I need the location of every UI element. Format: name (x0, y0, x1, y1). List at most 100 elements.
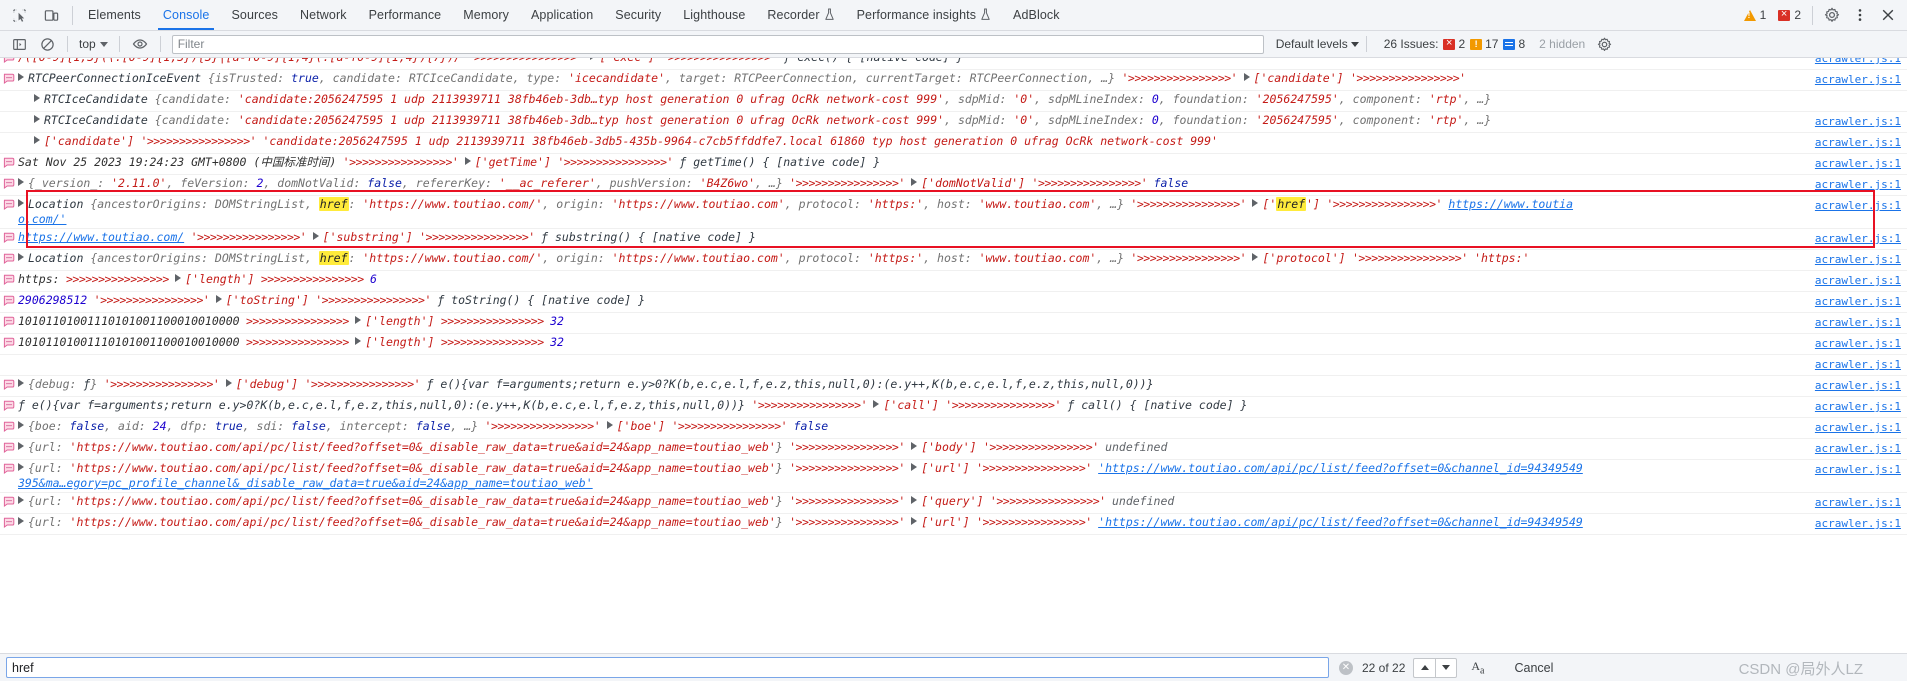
log-source-link[interactable]: acrawler.js:1 (1815, 156, 1901, 171)
expand-triangle-icon[interactable] (18, 379, 24, 387)
console-settings-gear-icon[interactable] (1591, 33, 1617, 55)
tab-adblock[interactable]: AdBlock (1002, 0, 1071, 30)
expand-triangle-icon[interactable] (589, 58, 596, 60)
console-sidebar-icon[interactable] (6, 33, 32, 55)
expand-triangle-icon[interactable] (18, 442, 24, 450)
expand-triangle-icon[interactable] (1252, 199, 1259, 207)
close-icon[interactable] (1875, 3, 1901, 27)
console-log-row[interactable]: RTCPeerConnectionIceEvent {isTrusted: tr… (0, 70, 1907, 91)
expand-triangle-icon[interactable] (312, 232, 319, 240)
log-token[interactable]: o.com/' (18, 212, 66, 226)
log-source-link[interactable]: acrawler.js:1 (1815, 58, 1901, 66)
console-log-row[interactable]: 10101101001110101001100010010000 >>>>>>>… (0, 334, 1907, 355)
console-log-row[interactable]: RTCIceCandidate {candidate: 'candidate:2… (0, 112, 1907, 133)
console-log-row[interactable]: Location {ancestorOrigins: DOMStringList… (0, 250, 1907, 271)
clear-search-icon[interactable]: ✕ (1339, 660, 1353, 675)
log-source-link[interactable]: acrawler.js:1 (1815, 516, 1901, 531)
console-log-row[interactable]: {url: 'https://www.toutiao.com/api/pc/li… (0, 514, 1907, 535)
expand-triangle-icon[interactable] (911, 517, 918, 525)
chevron-up-icon[interactable] (1413, 657, 1436, 678)
log-source-link[interactable]: acrawler.js:1 (1815, 273, 1901, 288)
console-log-row[interactable]: 2906298512 '>>>>>>>>>>>>>>>>' ['toString… (0, 292, 1907, 313)
console-log-row[interactable]: Sat Nov 25 2023 19:24:23 GMT+0800 (中国标准时… (0, 154, 1907, 175)
console-log-row[interactable]: {boe: false, aid: 24, dfp: true, sdi: fa… (0, 418, 1907, 439)
log-source-link[interactable]: acrawler.js:1 (1815, 420, 1901, 435)
log-token[interactable]: 'https://www.toutiao.com/api/pc/list/fee… (1098, 461, 1583, 475)
gear-icon[interactable] (1819, 3, 1845, 27)
tab-application[interactable]: Application (520, 0, 604, 30)
log-source-link[interactable]: acrawler.js:1 (1815, 294, 1901, 309)
log-source-link[interactable]: acrawler.js:1 (1815, 378, 1901, 393)
console-log-row[interactable]: {_version_: '2.11.0', feVersion: 2, domN… (0, 175, 1907, 196)
log-source-link[interactable]: acrawler.js:1 (1815, 315, 1901, 330)
console-log-row[interactable]: {debug: ƒ} '>>>>>>>>>>>>>>>>' ['debug'] … (0, 376, 1907, 397)
tab-console[interactable]: Console (152, 0, 221, 30)
tab-elements[interactable]: Elements (77, 0, 152, 30)
expand-triangle-icon[interactable] (873, 400, 880, 408)
tab-performance-insights[interactable]: Performance insights (846, 0, 1002, 30)
log-levels-selector[interactable]: Default levels (1276, 37, 1359, 51)
log-source-link[interactable]: acrawler.js:1 (1815, 441, 1901, 456)
console-log-row[interactable]: ['candidate'] '>>>>>>>>>>>>>>>>' 'candid… (0, 133, 1907, 154)
console-log-row[interactable]: {url: 'https://www.toutiao.com/api/pc/li… (0, 493, 1907, 514)
log-source-link[interactable]: acrawler.js:1 (1815, 336, 1901, 351)
expand-triangle-icon[interactable] (911, 442, 918, 450)
tab-security[interactable]: Security (604, 0, 672, 30)
expand-triangle-icon[interactable] (18, 199, 24, 207)
log-token[interactable]: 395&ma…egory=pc_profile_channel&_disable… (18, 476, 593, 490)
expand-triangle-icon[interactable] (606, 421, 613, 429)
tab-recorder[interactable]: Recorder (756, 0, 845, 30)
expand-triangle-icon[interactable] (355, 316, 362, 324)
log-source-link[interactable]: acrawler.js:1 (1815, 177, 1901, 192)
expand-triangle-icon[interactable] (34, 94, 40, 102)
log-source-link[interactable]: acrawler.js:1 (1815, 72, 1901, 87)
console-log-row[interactable]: https://www.toutiao.com/ '>>>>>>>>>>>>>>… (0, 229, 1907, 250)
log-source-link[interactable]: acrawler.js:1 (1815, 495, 1901, 510)
log-source-link[interactable]: acrawler.js:1 (1815, 198, 1901, 213)
expand-triangle-icon[interactable] (911, 496, 918, 504)
expand-triangle-icon[interactable] (18, 421, 24, 429)
expand-triangle-icon[interactable] (34, 115, 40, 123)
chevron-down-icon[interactable] (1435, 657, 1458, 678)
clear-console-icon[interactable] (34, 33, 60, 55)
cancel-button[interactable]: Cancel (1515, 661, 1554, 675)
expand-triangle-icon[interactable] (18, 463, 24, 471)
console-log-row[interactable]: 10101101001110101001100010010000 >>>>>>>… (0, 313, 1907, 334)
device-toolbar-icon[interactable] (38, 3, 64, 27)
log-token[interactable]: https://www.toutia (1448, 197, 1573, 211)
log-source-link[interactable]: acrawler.js:1 (1815, 357, 1901, 372)
expand-triangle-icon[interactable] (18, 253, 24, 261)
expand-triangle-icon[interactable] (34, 136, 40, 144)
console-log-row[interactable]: Location {ancestorOrigins: DOMStringList… (0, 196, 1907, 229)
inspect-element-icon[interactable] (6, 3, 32, 27)
log-token[interactable]: 'https://www.toutiao.com/api/pc/list/fee… (1098, 515, 1583, 529)
expand-triangle-icon[interactable] (225, 379, 232, 387)
error-count-chip[interactable]: 2 (1773, 3, 1806, 27)
console-log-row[interactable]: RTCIceCandidate {candidate: 'candidate:2… (0, 91, 1907, 112)
tab-network[interactable]: Network (289, 0, 358, 30)
expand-triangle-icon[interactable] (911, 463, 918, 471)
tab-memory[interactable]: Memory (452, 0, 520, 30)
tab-lighthouse[interactable]: Lighthouse (672, 0, 756, 30)
expand-triangle-icon[interactable] (18, 178, 24, 186)
log-token[interactable]: https://www.toutiao.com/ (18, 230, 184, 244)
tab-performance[interactable]: Performance (358, 0, 453, 30)
console-log-row[interactable]: acrawler.js:1 (0, 355, 1907, 376)
log-source-link[interactable]: acrawler.js:1 (1815, 252, 1901, 267)
expand-triangle-icon[interactable] (215, 295, 222, 303)
expand-triangle-icon[interactable] (18, 73, 24, 81)
expand-triangle-icon[interactable] (911, 178, 918, 186)
expand-triangle-icon[interactable] (464, 157, 471, 165)
console-log-row[interactable]: ƒ e(){var f=arguments;return e.y>0?K(b,e… (0, 397, 1907, 418)
expand-triangle-icon[interactable] (18, 496, 24, 504)
match-case-icon[interactable]: Aa (1471, 659, 1484, 676)
console-log-row[interactable]: https: >>>>>>>>>>>>>>>> ['length'] >>>>>… (0, 271, 1907, 292)
console-log-row[interactable]: /([0-9]{1,3}(\.[0-9]{1,3}){3}|[a-f0-9]{1… (0, 58, 1907, 70)
live-expression-eye-icon[interactable] (127, 33, 153, 55)
log-source-link[interactable]: acrawler.js:1 (1815, 135, 1901, 150)
expand-triangle-icon[interactable] (18, 517, 24, 525)
tab-sources[interactable]: Sources (220, 0, 289, 30)
console-log-row[interactable]: {url: 'https://www.toutiao.com/api/pc/li… (0, 460, 1907, 493)
search-input[interactable] (6, 657, 1329, 678)
more-vertical-icon[interactable] (1847, 3, 1873, 27)
